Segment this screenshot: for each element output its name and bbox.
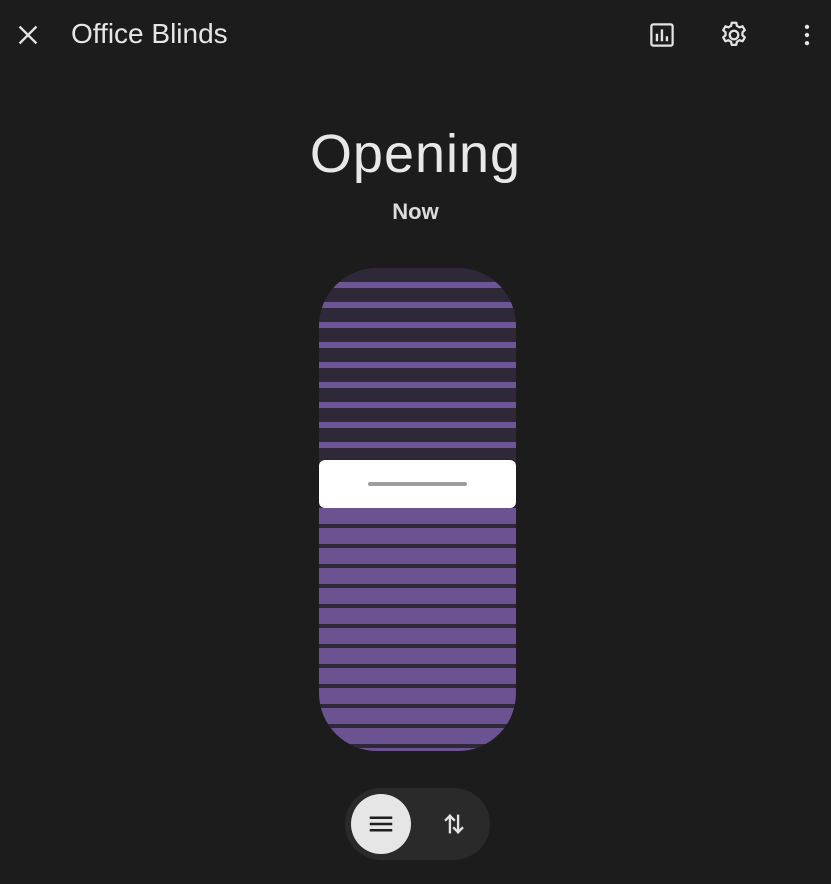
swap-vertical-icon: [444, 814, 464, 834]
close-icon: [18, 25, 38, 45]
slider-handle[interactable]: [319, 460, 516, 508]
dialog-header: Office Blinds: [0, 0, 831, 70]
mode-toggle-group: [345, 788, 490, 860]
close-button[interactable]: [6, 13, 50, 57]
cover-position-slider[interactable]: [319, 268, 516, 751]
position-mode-button[interactable]: [351, 794, 411, 854]
settings-button[interactable]: [712, 13, 756, 57]
cover-state: Opening: [309, 124, 522, 184]
handle-grip: [368, 482, 467, 486]
chart-box-outline-icon: [650, 23, 674, 47]
dialog-title: Office Blinds: [71, 18, 228, 49]
more-options-button[interactable]: [785, 13, 829, 57]
gear-icon: [722, 21, 746, 46]
last-changed: Now: [392, 199, 439, 224]
blind-slats-upper: [319, 268, 516, 460]
buttons-mode-button[interactable]: [424, 794, 484, 854]
blind-slats-lower: [319, 508, 516, 751]
dots-vertical-icon: [804, 24, 810, 46]
history-button[interactable]: [640, 13, 684, 57]
menu-icon: [369, 816, 393, 832]
